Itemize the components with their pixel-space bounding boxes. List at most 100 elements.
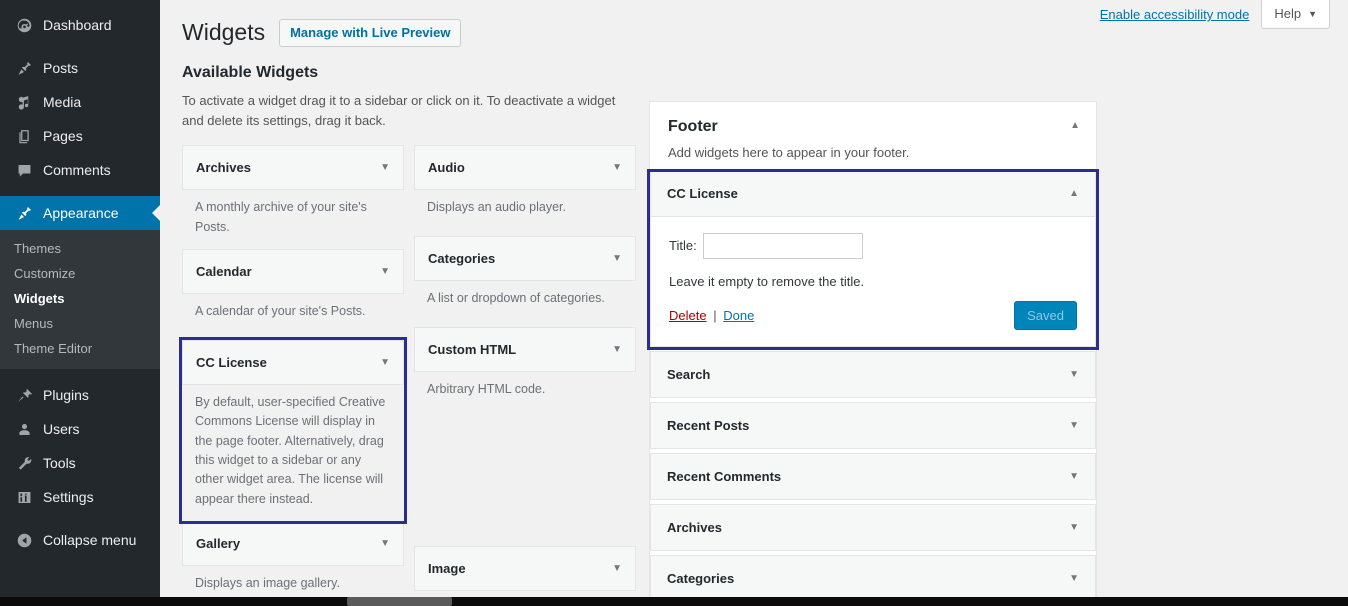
sidebar-item-plugins[interactable]: Plugins (0, 378, 160, 412)
available-widgets-description: To activate a widget drag it to a sideba… (182, 91, 619, 131)
chevron-down-icon[interactable]: ▼ (380, 162, 390, 173)
pages-icon (14, 126, 34, 146)
sidebar-divider (0, 42, 160, 51)
enable-accessibility-mode-link[interactable]: Enable accessibility mode (1100, 7, 1250, 22)
sidebar-item-label: Plugins (43, 387, 89, 403)
sidebar-item-tools[interactable]: Tools (0, 446, 160, 480)
chevron-down-icon[interactable]: ▼ (612, 344, 622, 355)
sidebar-widget-recent-posts[interactable]: Recent Posts ▼ (650, 402, 1096, 449)
chevron-down-icon[interactable]: ▼ (612, 162, 622, 173)
sidebar-item-label: Collapse menu (43, 532, 136, 548)
pin-icon (14, 58, 34, 78)
widget-header[interactable]: Gallery ▼ (182, 521, 404, 566)
widget-header[interactable]: CC License ▼ (182, 340, 404, 385)
sidebar-divider (0, 187, 160, 196)
sidebar-widget-categories[interactable]: Categories ▼ (650, 555, 1096, 602)
widget-header[interactable]: Recent Comments ▼ (651, 454, 1095, 499)
delete-link[interactable]: Delete (669, 308, 707, 323)
sidebar-item-users[interactable]: Users (0, 412, 160, 446)
sidebar-item-collapse-menu[interactable]: Collapse menu (0, 523, 160, 557)
sidebar-widget-cc-license[interactable]: CC License ▲ Title: Leave it empty to re… (650, 172, 1096, 347)
available-widget-custom-html[interactable]: Custom HTML ▼ Arbitrary HTML code. (414, 327, 636, 546)
title-input[interactable] (703, 233, 863, 259)
help-label: Help (1274, 6, 1301, 21)
widget-header[interactable]: Custom HTML ▼ (414, 327, 636, 372)
users-icon (14, 419, 34, 439)
sidebar-item-appearance[interactable]: Appearance (0, 196, 160, 230)
available-widget-gallery[interactable]: Gallery ▼ Displays an image gallery. (182, 521, 404, 606)
widget-header[interactable]: Calendar ▼ (182, 249, 404, 294)
available-widget-categories[interactable]: Categories ▼ A list or dropdown of categ… (414, 236, 636, 327)
title-label: Title: (669, 238, 697, 253)
chevron-down-icon[interactable]: ▼ (380, 266, 390, 277)
available-widget-calendar[interactable]: Calendar ▼ A calendar of your site's Pos… (182, 249, 404, 340)
submenu-item-theme-editor[interactable]: Theme Editor (0, 336, 160, 361)
sidebar-item-dashboard[interactable]: Dashboard (0, 8, 160, 42)
widget-title: Recent Posts (667, 418, 749, 433)
manage-with-live-preview-button[interactable]: Manage with Live Preview (279, 19, 461, 47)
widget-title: Calendar (196, 264, 252, 279)
chevron-down-icon[interactable]: ▼ (1069, 420, 1079, 431)
sidebar-item-label: Posts (43, 60, 78, 76)
widgets-admin-page: Dashboard Posts Media Pages Commen (0, 0, 1348, 606)
chevron-down-icon: ▼ (1308, 9, 1317, 19)
widget-header[interactable]: Archives ▼ (651, 505, 1095, 550)
done-link[interactable]: Done (723, 308, 754, 323)
widget-spacer (414, 418, 636, 546)
help-button[interactable]: Help ▼ (1261, 0, 1330, 29)
tools-wrench-icon (14, 453, 34, 473)
sidebar-item-label: Tools (43, 455, 76, 471)
widget-title: Image (428, 561, 466, 576)
chevron-down-icon[interactable]: ▼ (1069, 471, 1079, 482)
submenu-item-menus[interactable]: Menus (0, 311, 160, 336)
submenu-item-customize[interactable]: Customize (0, 261, 160, 286)
submenu-item-themes[interactable]: Themes (0, 236, 160, 261)
widget-description: By default, user-specified Creative Comm… (182, 385, 404, 521)
submenu-item-widgets[interactable]: Widgets (0, 286, 160, 311)
widget-header[interactable]: Categories ▼ (414, 236, 636, 281)
sidebar-widget-recent-comments[interactable]: Recent Comments ▼ (650, 453, 1096, 500)
chevron-up-icon[interactable]: ▲ (1070, 120, 1080, 131)
widget-header[interactable]: Archives ▼ (182, 145, 404, 190)
footer-panel-header[interactable]: Footer Add widgets here to appear in you… (650, 102, 1096, 172)
chevron-down-icon[interactable]: ▼ (612, 563, 622, 574)
available-widget-audio[interactable]: Audio ▼ Displays an audio player. (414, 145, 636, 236)
sidebar-item-posts[interactable]: Posts (0, 51, 160, 85)
chevron-down-icon[interactable]: ▼ (380, 357, 390, 368)
settings-sliders-icon (14, 487, 34, 507)
widget-title: CC License (667, 186, 738, 201)
chevron-down-icon[interactable]: ▼ (1069, 522, 1079, 533)
horizontal-scrollbar[interactable] (0, 597, 1348, 606)
footer-sidebar-column: Footer Add widgets here to appear in you… (637, 48, 1097, 606)
widget-header[interactable]: Recent Posts ▼ (651, 403, 1095, 448)
widget-header[interactable]: Search ▼ (651, 352, 1095, 397)
title-field-row: Title: (669, 233, 1077, 259)
footer-panel-title: Footer (668, 118, 1078, 136)
chevron-up-icon[interactable]: ▲ (1069, 188, 1079, 199)
widget-description: A calendar of your site's Posts. (182, 294, 404, 340)
sidebar-item-media[interactable]: Media (0, 85, 160, 119)
chevron-down-icon[interactable]: ▼ (1069, 573, 1079, 584)
widget-header[interactable]: CC License ▲ (651, 172, 1095, 217)
available-widget-cc-license[interactable]: CC License ▼ By default, user-specified … (182, 340, 404, 521)
available-widget-archives[interactable]: Archives ▼ A monthly archive of your sit… (182, 145, 404, 249)
chevron-down-icon[interactable]: ▼ (1069, 369, 1079, 380)
sidebar-widget-archives[interactable]: Archives ▼ (650, 504, 1096, 551)
widget-header[interactable]: Image ▼ (414, 546, 636, 591)
save-button[interactable]: Saved (1014, 301, 1077, 330)
scrollbar-thumb[interactable] (347, 597, 452, 606)
available-widgets-heading: Available Widgets (182, 64, 637, 82)
sidebar-item-comments[interactable]: Comments (0, 153, 160, 187)
widget-header[interactable]: Audio ▼ (414, 145, 636, 190)
chevron-down-icon[interactable]: ▼ (612, 253, 622, 264)
sidebar-item-pages[interactable]: Pages (0, 119, 160, 153)
widget-title: Search (667, 367, 710, 382)
widget-title: Gallery (196, 536, 240, 551)
sidebar-divider (0, 369, 160, 378)
widget-header[interactable]: Categories ▼ (651, 556, 1095, 601)
chevron-down-icon[interactable]: ▼ (380, 538, 390, 549)
available-widgets-grid: Archives ▼ A monthly archive of your sit… (182, 145, 637, 606)
sidebar-item-label: Pages (43, 128, 83, 144)
sidebar-widget-search[interactable]: Search ▼ (650, 351, 1096, 398)
sidebar-item-settings[interactable]: Settings (0, 480, 160, 514)
